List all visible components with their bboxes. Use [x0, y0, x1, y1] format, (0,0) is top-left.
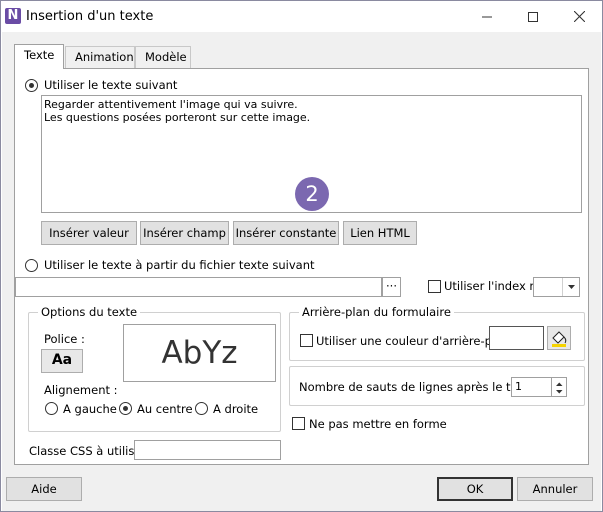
- tab-texte[interactable]: Texte: [14, 44, 65, 69]
- background-group-title: Arrière-plan du formulaire: [299, 305, 454, 319]
- title-bar: N Insertion d'un texte: [1, 1, 602, 32]
- background-color-swatch[interactable]: [489, 326, 544, 350]
- use-index-label: Utiliser l'index no: [444, 279, 544, 293]
- alignment-label: Alignement :: [44, 383, 118, 397]
- help-button[interactable]: Aide: [6, 477, 82, 501]
- text-options-title: Options du texte: [38, 305, 141, 319]
- dialog-client-area: Texte Animation Modèle Utiliser le texte…: [2, 32, 601, 511]
- align-left-radio[interactable]: [45, 402, 58, 415]
- tab-modele[interactable]: Modèle: [135, 46, 191, 68]
- insert-field-button[interactable]: Insérer champ: [140, 221, 229, 245]
- insert-constant-button[interactable]: Insérer constante: [233, 221, 339, 245]
- chevron-down-icon: [567, 285, 575, 289]
- align-center-radio[interactable]: [119, 402, 132, 415]
- css-class-input[interactable]: [134, 440, 281, 460]
- minimize-button[interactable]: [464, 1, 510, 32]
- line-breaks-label: Nombre de sauts de lignes après le texte…: [299, 380, 544, 394]
- line-breaks-spinner[interactable]: 1: [511, 377, 552, 397]
- app-icon: N: [5, 8, 21, 24]
- tab-animation[interactable]: Animation: [65, 46, 135, 68]
- combo-dropdown-button[interactable]: [562, 278, 579, 296]
- font-button[interactable]: Aa: [41, 349, 83, 373]
- use-text-radio[interactable]: [25, 79, 38, 92]
- font-preview: AbYz: [123, 324, 276, 382]
- minimize-icon: [482, 16, 492, 17]
- window-title: Insertion d'un texte: [26, 9, 154, 24]
- tab-panel-texte: Utiliser le texte suivant Regarder atten…: [14, 68, 589, 465]
- css-class-label: Classe CSS à utiliser: [29, 444, 147, 458]
- file-path-input[interactable]: [15, 277, 382, 297]
- use-background-color-label: Utiliser une couleur d'arrière-plan: [316, 334, 510, 348]
- close-icon: [573, 11, 585, 22]
- align-right-radio[interactable]: [195, 402, 208, 415]
- step-number-badge: 2: [295, 177, 329, 211]
- maximize-icon: [528, 11, 538, 22]
- use-text-label: Utiliser le texte suivant: [44, 78, 178, 92]
- ok-button[interactable]: OK: [437, 477, 513, 501]
- no-format-label: Ne pas mettre en forme: [309, 417, 447, 431]
- dialog-window: N Insertion d'un texte Texte Animation M…: [0, 0, 603, 512]
- spin-arrows-icon: [556, 382, 563, 394]
- font-label: Police :: [44, 332, 85, 346]
- color-picker-button[interactable]: [547, 326, 571, 350]
- use-background-color-checkbox[interactable]: [300, 334, 313, 347]
- align-right-label: A droite: [213, 402, 259, 416]
- browse-file-button[interactable]: ···: [382, 277, 401, 297]
- align-center-label: Au centre: [137, 402, 193, 416]
- insert-value-button[interactable]: Insérer valeur: [41, 221, 137, 245]
- cancel-button[interactable]: Annuler: [517, 477, 593, 501]
- use-index-checkbox[interactable]: [428, 280, 441, 293]
- no-format-checkbox[interactable]: [292, 417, 305, 430]
- use-file-label: Utiliser le texte à partir du fichier te…: [44, 258, 315, 272]
- close-button[interactable]: [556, 1, 602, 32]
- html-link-button[interactable]: Lien HTML: [343, 221, 417, 245]
- line-breaks-spin-buttons[interactable]: [552, 377, 567, 397]
- index-combo[interactable]: [533, 277, 580, 297]
- maximize-button[interactable]: [510, 1, 556, 32]
- use-file-radio[interactable]: [25, 259, 38, 272]
- paint-bucket-icon: [552, 331, 567, 347]
- align-left-label: A gauche: [63, 402, 117, 416]
